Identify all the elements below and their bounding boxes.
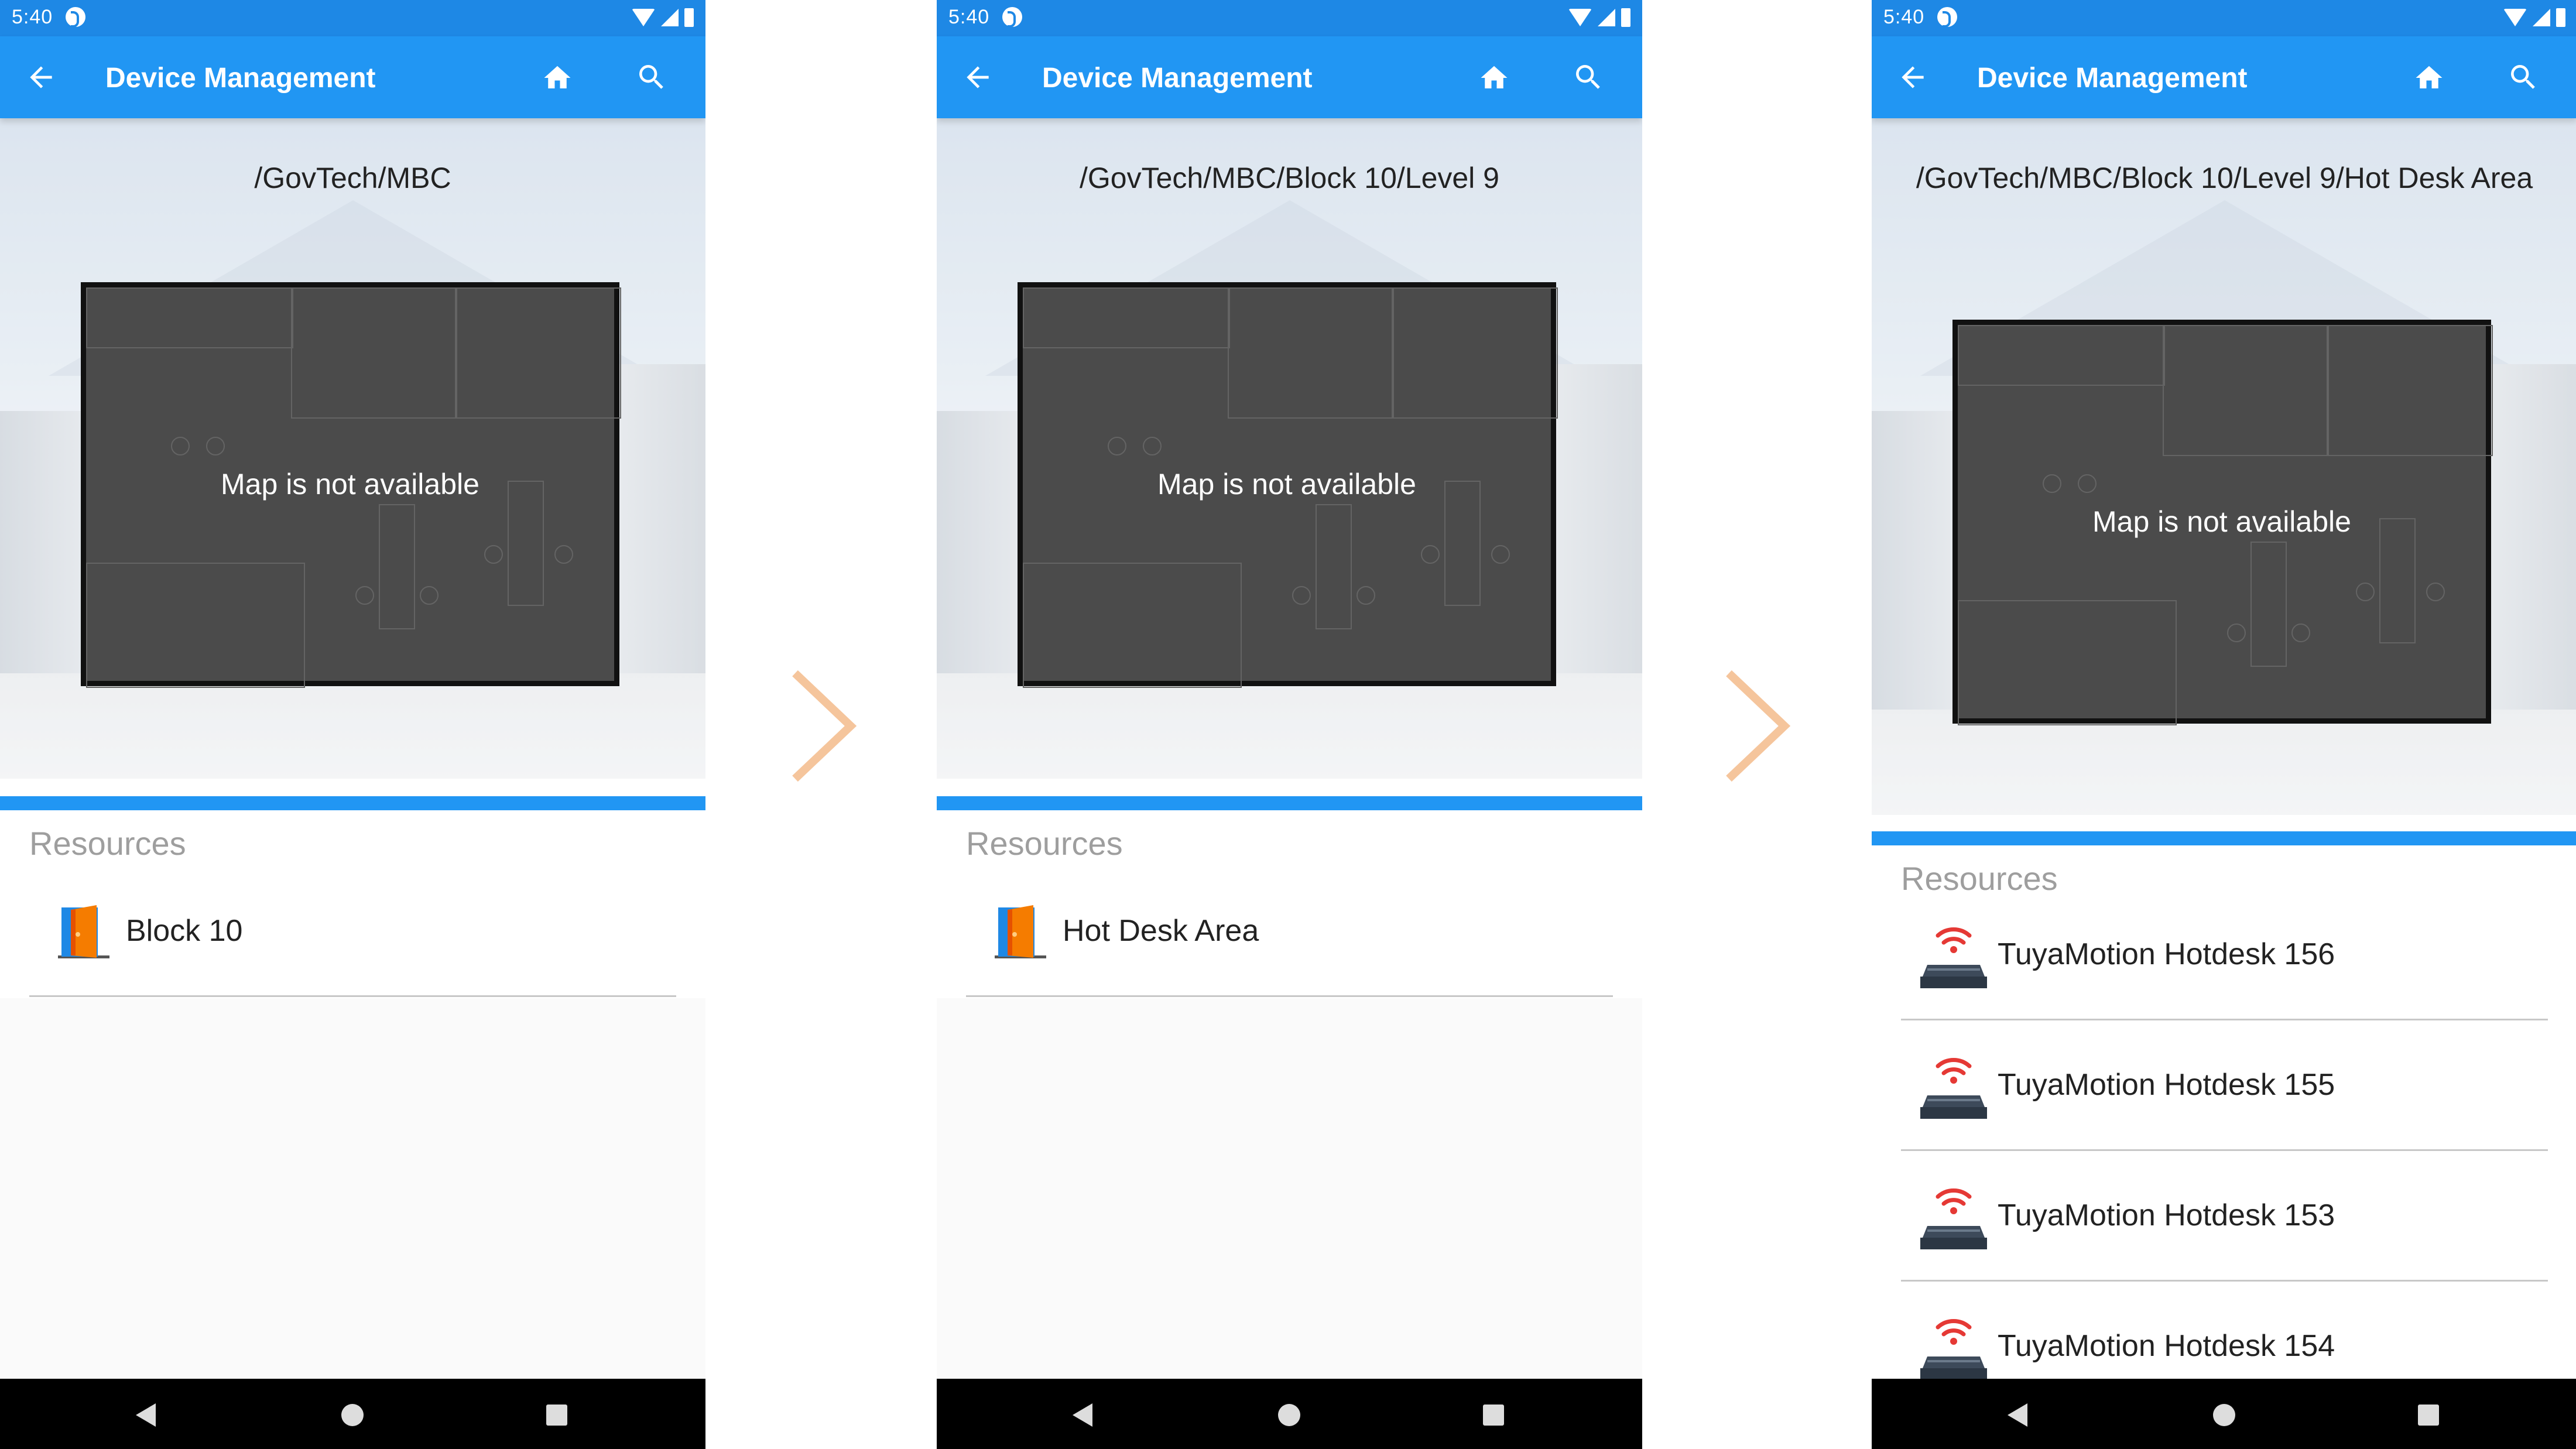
- notification-app-icon: [1002, 7, 1022, 28]
- home-icon[interactable]: [1477, 62, 1512, 94]
- chevron-right-icon: [1726, 670, 1791, 782]
- section-divider: [0, 796, 705, 810]
- phone-screen-3: 5:40 Device Management /GovTech/MBC/Bloc…: [1872, 0, 2576, 1449]
- resource-item[interactable]: Hot Desk Area: [966, 866, 1613, 997]
- app-bar: Device Management: [1872, 36, 2576, 118]
- status-time: 5:40: [12, 6, 53, 28]
- section-divider: [937, 796, 1642, 810]
- status-bar: 5:40: [937, 0, 1642, 36]
- status-bar: 5:40: [1872, 0, 2576, 36]
- map-unavailable-message: Map is not available: [2092, 505, 2351, 538]
- resource-label: TuyaMotion Hotdesk 154: [1998, 1329, 2335, 1363]
- wifi-icon: [1568, 9, 1592, 26]
- status-indicators: [1568, 7, 1630, 28]
- door-icon: [992, 902, 1048, 960]
- back-arrow-icon[interactable]: [960, 61, 995, 94]
- system-nav-bar: [0, 1379, 705, 1449]
- status-indicators: [2503, 7, 2565, 28]
- app-bar: Device Management: [0, 36, 705, 118]
- resource-label: Hot Desk Area: [1063, 914, 1259, 948]
- motion-sensor-icon: [1916, 1308, 1992, 1385]
- nav-recents-icon[interactable]: [1483, 1405, 1504, 1426]
- nav-home-icon[interactable]: [341, 1404, 364, 1426]
- home-icon[interactable]: [540, 62, 575, 94]
- status-indicators: [632, 7, 694, 28]
- app-bar: Device Management: [937, 36, 1642, 118]
- wifi-icon: [632, 9, 655, 26]
- resources-heading: Resources: [966, 825, 1123, 862]
- search-icon[interactable]: [2507, 61, 2540, 94]
- app-bar-title: Device Management: [105, 63, 376, 94]
- app-bar-title: Device Management: [1042, 63, 1313, 94]
- chevron-right-icon: [792, 670, 857, 782]
- wifi-icon: [2503, 9, 2527, 26]
- back-arrow-icon[interactable]: [23, 61, 59, 94]
- resource-label: Block 10: [126, 914, 243, 948]
- location-breadcrumb: /GovTech/MBC/Block 10/Level 9/Hot Desk A…: [1916, 162, 2533, 194]
- nav-recents-icon[interactable]: [2418, 1405, 2439, 1426]
- app-bar-title: Device Management: [1977, 63, 2248, 94]
- motion-sensor-icon: [1916, 1178, 1992, 1254]
- motion-sensor-icon: [1916, 917, 1992, 993]
- location-breadcrumb: /GovTech/MBC: [254, 162, 451, 194]
- battery-icon: [2556, 8, 2565, 27]
- floor-map[interactable]: Map is not available: [1952, 320, 2493, 725]
- resource-item[interactable]: TuyaMotion Hotdesk 155: [1901, 1020, 2548, 1151]
- phone-screen-1: 5:40 Device Management /GovTech/MBC Map …: [0, 0, 705, 1449]
- resource-label: TuyaMotion Hotdesk 156: [1998, 937, 2335, 971]
- resource-item[interactable]: TuyaMotion Hotdesk 156: [1901, 890, 2548, 1020]
- cell-signal-icon: [661, 9, 679, 26]
- door-icon: [56, 902, 111, 960]
- floor-map[interactable]: Map is not available: [1018, 282, 1558, 688]
- home-icon[interactable]: [2411, 62, 2447, 94]
- nav-back-icon[interactable]: [136, 1403, 156, 1427]
- system-nav-bar: [937, 1379, 1642, 1449]
- nav-recents-icon[interactable]: [546, 1405, 567, 1426]
- status-time: 5:40: [1883, 6, 1925, 28]
- nav-home-icon[interactable]: [1278, 1404, 1300, 1426]
- location-breadcrumb: /GovTech/MBC/Block 10/Level 9: [1080, 162, 1499, 194]
- status-time: 5:40: [948, 6, 990, 28]
- battery-icon: [684, 8, 694, 27]
- map-unavailable-message: Map is not available: [1157, 468, 1416, 501]
- battery-icon: [1621, 8, 1630, 27]
- resource-label: TuyaMotion Hotdesk 155: [1998, 1068, 2335, 1102]
- notification-app-icon: [66, 7, 85, 28]
- notification-app-icon: [1937, 7, 1957, 28]
- cell-signal-icon: [2533, 9, 2550, 26]
- map-unavailable-message: Map is not available: [221, 468, 479, 501]
- system-nav-bar: [1872, 1379, 2576, 1449]
- status-bar: 5:40: [0, 0, 705, 36]
- resources-heading: Resources: [29, 825, 186, 862]
- phone-screen-2: 5:40 Device Management /GovTech/MBC/Bloc…: [937, 0, 1642, 1449]
- back-arrow-icon[interactable]: [1895, 61, 1930, 94]
- section-divider: [1872, 831, 2576, 845]
- search-icon[interactable]: [1572, 61, 1605, 94]
- resource-item[interactable]: TuyaMotion Hotdesk 153: [1901, 1151, 2548, 1282]
- motion-sensor-icon: [1916, 1047, 1992, 1123]
- cell-signal-icon: [1598, 9, 1615, 26]
- nav-back-icon[interactable]: [2008, 1403, 2027, 1427]
- search-icon[interactable]: [635, 61, 668, 94]
- nav-home-icon[interactable]: [2213, 1404, 2235, 1426]
- floor-map[interactable]: Map is not available: [81, 282, 621, 688]
- resource-item[interactable]: Block 10: [29, 866, 676, 997]
- nav-back-icon[interactable]: [1073, 1403, 1092, 1427]
- resource-label: TuyaMotion Hotdesk 153: [1998, 1198, 2335, 1232]
